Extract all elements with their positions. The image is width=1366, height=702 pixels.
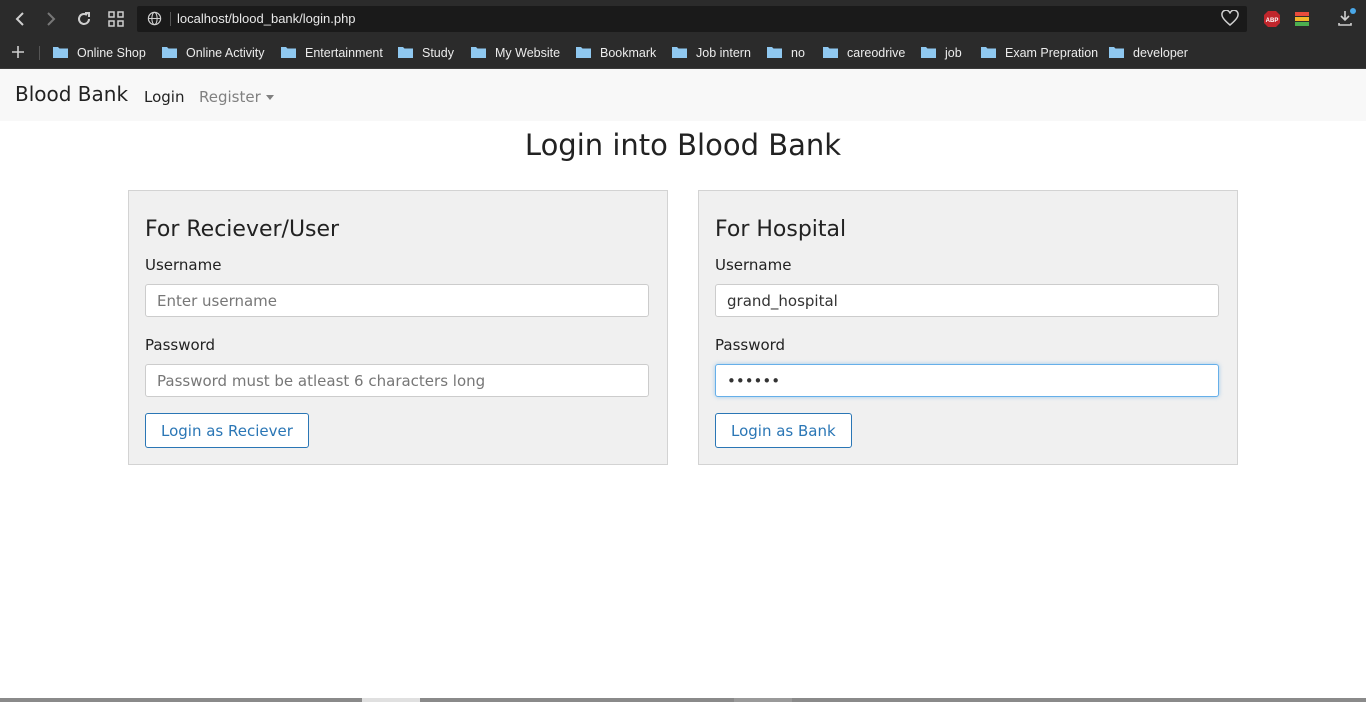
bookmark-item[interactable]: Entertainment <box>281 38 383 68</box>
scrollbar-thumb-secondary[interactable] <box>734 698 792 702</box>
hospital-password-input[interactable] <box>715 364 1219 397</box>
nav-register-dropdown[interactable]: Register <box>199 88 274 106</box>
hospital-username-input[interactable] <box>715 284 1219 317</box>
bookmark-item[interactable]: Online Shop <box>53 38 146 68</box>
bookmark-label: Online Shop <box>77 46 146 60</box>
receiver-username-label: Username <box>145 256 222 274</box>
folder-icon <box>672 46 687 61</box>
add-bookmark-icon[interactable] <box>10 44 26 64</box>
reload-icon[interactable] <box>73 8 95 30</box>
bookmark-label: Bookmark <box>600 46 657 60</box>
bookmark-label: developer <box>1133 46 1188 60</box>
folder-icon <box>1109 46 1124 61</box>
site-navbar: Blood Bank Login Register <box>0 69 1366 121</box>
bookmark-label: Exam Prepration <box>1005 46 1099 60</box>
bookmark-item[interactable]: Job intern <box>672 38 751 68</box>
bookmark-label: Job intern <box>696 46 751 60</box>
folder-icon <box>281 46 296 61</box>
bookmark-heart-icon[interactable] <box>1221 9 1239 31</box>
scrollbar-thumb[interactable] <box>362 698 420 702</box>
bookmark-label: no <box>791 46 805 60</box>
folder-icon <box>162 46 177 61</box>
hospital-login-card: For Hospital Username Password Login as … <box>698 190 1238 465</box>
caret-down-icon <box>265 95 274 100</box>
receiver-password-input[interactable] <box>145 364 649 397</box>
bookmark-item[interactable]: careodrive <box>823 38 905 68</box>
address-separator <box>170 12 171 26</box>
bookmark-label: careodrive <box>847 46 906 60</box>
hospital-username-label: Username <box>715 256 792 274</box>
horizontal-scrollbar[interactable] <box>0 698 1366 702</box>
login-as-bank-button[interactable]: Login as Bank <box>715 413 852 448</box>
brand-logo[interactable]: Blood Bank <box>15 82 128 106</box>
receiver-username-input[interactable] <box>145 284 649 317</box>
bookmark-item[interactable]: job <box>921 38 962 68</box>
bookmark-label: Entertainment <box>305 46 383 60</box>
bookmark-item[interactable]: developer <box>1109 38 1188 68</box>
receiver-login-card: For Reciever/User Username Password Logi… <box>128 190 668 465</box>
back-icon[interactable] <box>9 8 31 30</box>
bookmarks-bar: Online Shop Online Activity Entertainment S… <box>0 38 1366 69</box>
download-icon[interactable] <box>1337 8 1357 32</box>
folder-icon <box>981 46 996 61</box>
speed-dial-icon[interactable] <box>105 8 127 30</box>
bookmark-item[interactable]: My Website <box>471 38 560 68</box>
address-bar[interactable]: localhost/blood_bank/login.php <box>137 6 1247 32</box>
receiver-password-label: Password <box>145 336 216 354</box>
bookmark-item[interactable]: Study <box>398 38 454 68</box>
bookmark-item[interactable]: Online Activity <box>162 38 265 68</box>
bookmark-item[interactable]: no <box>767 38 805 68</box>
bookmark-label: Online Activity <box>186 46 265 60</box>
folder-icon <box>921 46 936 61</box>
extension-stack-icon[interactable] <box>1294 10 1310 32</box>
hospital-card-title: For Hospital <box>715 217 847 242</box>
nav-register-label: Register <box>199 88 261 106</box>
folder-icon <box>53 46 68 61</box>
bookmark-item[interactable]: Bookmark <box>576 38 656 68</box>
svg-text:ABP: ABP <box>1266 18 1279 24</box>
folder-icon <box>767 46 782 61</box>
bookmark-item[interactable]: Exam Prepration <box>981 38 1098 68</box>
folder-icon <box>398 46 413 61</box>
bookmark-label: job <box>945 46 962 60</box>
page-title: Login into Blood Bank <box>524 128 842 162</box>
url-text[interactable]: localhost/blood_bank/login.php <box>177 6 356 32</box>
bookmark-label: My Website <box>495 46 561 60</box>
folder-icon <box>576 46 591 61</box>
forward-icon[interactable] <box>40 8 62 30</box>
receiver-card-title: For Reciever/User <box>145 217 340 242</box>
bookmarks-divider <box>39 46 40 60</box>
bookmark-label: Study <box>422 46 454 60</box>
adblock-icon[interactable]: ABP <box>1263 10 1281 32</box>
globe-icon <box>147 11 162 30</box>
login-as-receiver-button[interactable]: Login as Reciever <box>145 413 309 448</box>
hospital-password-label: Password <box>715 336 786 354</box>
browser-toolbar: localhost/blood_bank/login.php ABP <box>0 0 1366 38</box>
folder-icon <box>471 46 486 61</box>
nav-login-link[interactable]: Login <box>144 88 184 106</box>
folder-icon <box>823 46 838 61</box>
